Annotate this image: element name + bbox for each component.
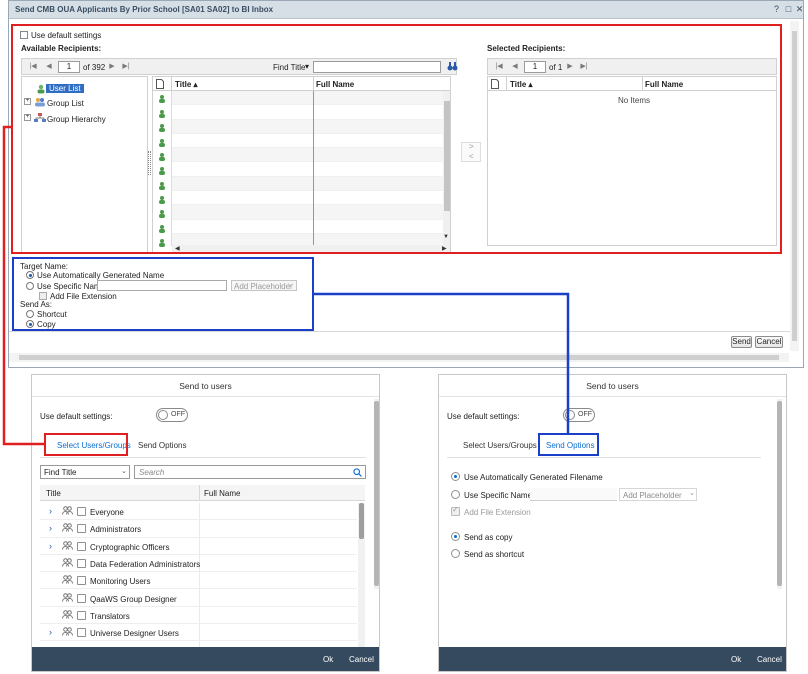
callout-connectors bbox=[2, 125, 570, 446]
